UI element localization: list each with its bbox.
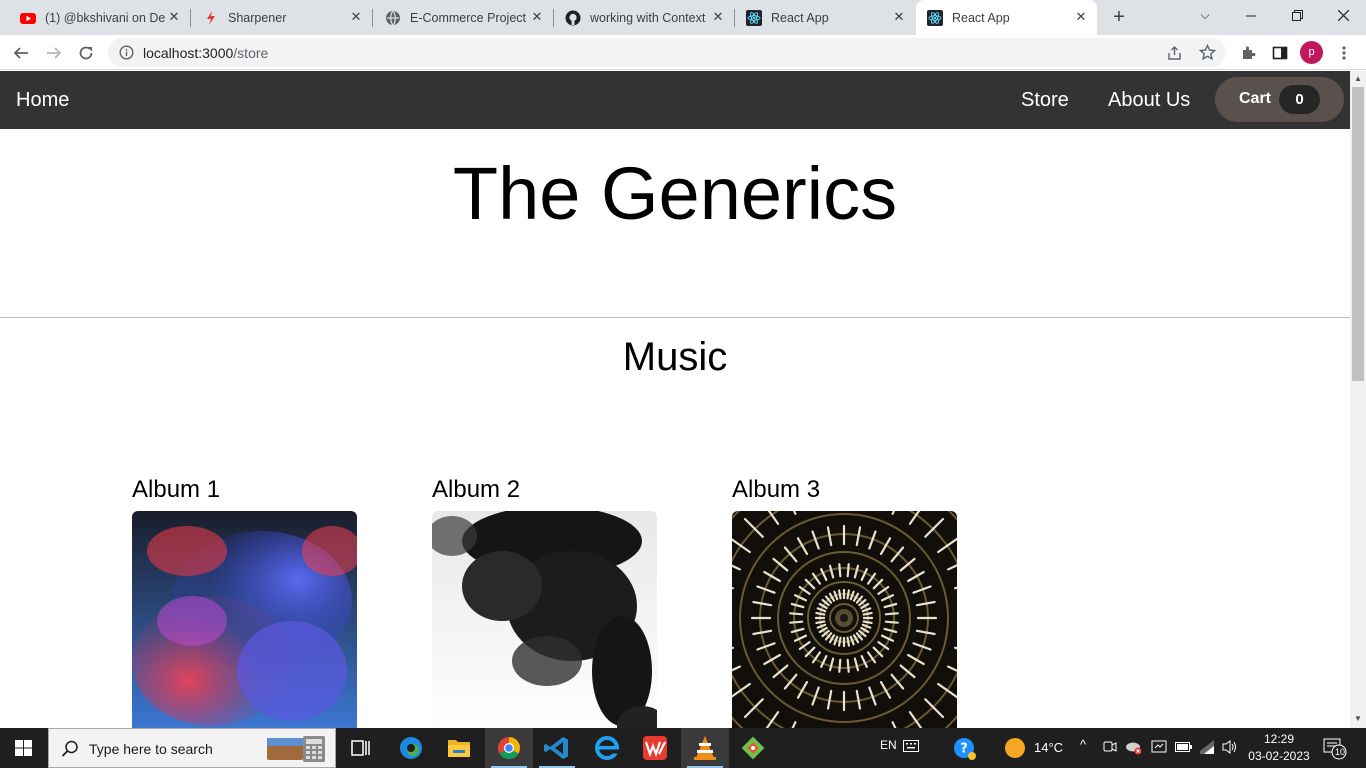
section-title: Music bbox=[622, 335, 728, 379]
edge-browser-icon[interactable] bbox=[387, 728, 435, 768]
nav-link-home[interactable]: Home bbox=[16, 89, 69, 112]
album-title: Album 1 bbox=[132, 476, 221, 503]
scroll-up-arrow-icon[interactable]: ▲ bbox=[1353, 74, 1363, 84]
tab-title: working with Context bbox=[590, 10, 706, 25]
svg-text:?: ? bbox=[960, 742, 968, 757]
taskbar-search-box[interactable]: Type here to search bbox=[48, 728, 336, 768]
internet-explorer-icon[interactable] bbox=[583, 728, 631, 768]
display-settings-icon[interactable] bbox=[1151, 739, 1167, 758]
globe-icon bbox=[385, 10, 401, 26]
clock-time: 12:29 bbox=[1263, 732, 1295, 746]
album-title: Album 3 bbox=[732, 476, 821, 503]
git-app-icon[interactable] bbox=[729, 728, 777, 768]
clock-date: 03-02-2023 bbox=[1248, 749, 1310, 763]
language-indicator[interactable]: EN bbox=[880, 738, 897, 752]
cart-count-badge: 0 bbox=[1279, 85, 1320, 114]
chrome-icon[interactable] bbox=[485, 728, 533, 768]
sharpener-icon bbox=[203, 10, 219, 26]
album-cover-image[interactable] bbox=[432, 511, 657, 728]
scrollbar-thumb[interactable] bbox=[1352, 87, 1364, 381]
share-icon[interactable] bbox=[1167, 45, 1183, 66]
search-placeholder: Type here to search bbox=[89, 741, 213, 757]
help-icon[interactable]: ? bbox=[953, 737, 977, 764]
weather-sun-icon[interactable] bbox=[1004, 737, 1026, 762]
album-cover-image[interactable] bbox=[732, 511, 957, 728]
github-icon bbox=[565, 10, 581, 26]
meet-now-icon[interactable] bbox=[1103, 740, 1117, 757]
site-info-icon[interactable] bbox=[119, 45, 134, 65]
album-title: Album 2 bbox=[432, 476, 521, 503]
wifi-icon[interactable] bbox=[1199, 739, 1217, 758]
address-bar[interactable]: localhost:3000/store bbox=[108, 38, 1226, 67]
side-panel-icon[interactable] bbox=[1267, 40, 1293, 66]
browser-tab-sharpener[interactable]: Sharpener ✕ bbox=[191, 0, 372, 35]
volume-icon[interactable] bbox=[1221, 739, 1239, 758]
browser-tab-strip: (1) @bkshivani on De ✕ Sharpener ✕ E-Com… bbox=[0, 0, 1366, 35]
browser-tab-github[interactable]: working with Context ✕ bbox=[554, 0, 734, 35]
search-highlight-icon[interactable] bbox=[263, 734, 333, 769]
cloud-sync-error-icon[interactable] bbox=[1125, 740, 1143, 758]
browser-tab-youtube[interactable]: (1) @bkshivani on De ✕ bbox=[0, 0, 190, 35]
temperature-text[interactable]: 14°C bbox=[1034, 740, 1063, 755]
extensions-puzzle-icon[interactable] bbox=[1235, 40, 1261, 66]
close-tab-icon[interactable]: ✕ bbox=[891, 9, 907, 25]
youtube-icon bbox=[20, 10, 36, 26]
browser-toolbar: localhost:3000/store p bbox=[0, 35, 1366, 70]
close-tab-icon[interactable]: ✕ bbox=[166, 9, 182, 25]
web-page: Home Store About Us Cart 0 The Generics … bbox=[0, 71, 1350, 728]
browser-tab-react-app-active[interactable]: React App ✕ bbox=[916, 0, 1097, 35]
album-cover-image[interactable] bbox=[132, 511, 357, 728]
site-navbar: Home Store About Us Cart 0 bbox=[0, 71, 1350, 129]
system-clock[interactable]: 12:29 03-02-2023 bbox=[1244, 731, 1314, 765]
nav-link-store[interactable]: Store bbox=[1021, 89, 1069, 112]
wps-office-icon[interactable] bbox=[631, 728, 679, 768]
vscode-icon[interactable] bbox=[533, 728, 581, 768]
cart-button[interactable]: Cart 0 bbox=[1215, 77, 1344, 122]
nav-link-about[interactable]: About Us bbox=[1108, 89, 1190, 112]
url-host: localhost:3000 bbox=[143, 45, 234, 61]
header-divider bbox=[0, 317, 1350, 318]
url-text: localhost:3000/store bbox=[143, 45, 268, 61]
windows-taskbar: Type here to search EN ? 14°C ^ 12:29 03… bbox=[0, 728, 1366, 768]
file-explorer-icon[interactable] bbox=[435, 728, 483, 768]
task-view-icon[interactable] bbox=[337, 728, 385, 768]
show-hidden-icons-chevron-icon[interactable]: ^ bbox=[1080, 737, 1086, 752]
notification-count: 10 bbox=[1334, 747, 1345, 757]
battery-icon[interactable] bbox=[1175, 741, 1193, 756]
keyboard-icon[interactable] bbox=[903, 740, 919, 755]
tab-search-chevron-icon[interactable]: ⌵ bbox=[1182, 0, 1228, 32]
new-tab-button[interactable]: + bbox=[1107, 6, 1131, 30]
minimize-button[interactable] bbox=[1228, 0, 1274, 32]
react-icon bbox=[927, 9, 943, 26]
close-tab-icon[interactable]: ✕ bbox=[348, 9, 364, 25]
url-path: /store bbox=[233, 45, 269, 61]
vertical-scrollbar[interactable]: ▲ ▼ bbox=[1350, 71, 1366, 728]
reload-icon[interactable] bbox=[73, 40, 99, 66]
react-icon bbox=[746, 9, 762, 26]
close-tab-icon[interactable]: ✕ bbox=[1073, 9, 1089, 25]
kebab-menu-icon[interactable] bbox=[1331, 40, 1357, 66]
profile-avatar[interactable]: p bbox=[1300, 41, 1323, 64]
windows-start-button[interactable] bbox=[0, 728, 48, 768]
site-title: The Generics bbox=[452, 152, 898, 235]
scroll-down-arrow-icon[interactable]: ▼ bbox=[1353, 714, 1363, 724]
vlc-player-icon[interactable] bbox=[681, 728, 729, 768]
close-window-button[interactable] bbox=[1320, 0, 1366, 32]
forward-arrow-icon[interactable] bbox=[41, 40, 67, 66]
restore-button[interactable] bbox=[1274, 0, 1320, 32]
cart-label: Cart bbox=[1239, 90, 1272, 107]
close-tab-icon[interactable]: ✕ bbox=[710, 9, 726, 25]
browser-tab-react-app[interactable]: React App ✕ bbox=[735, 0, 915, 35]
search-icon bbox=[61, 740, 79, 763]
back-arrow-icon[interactable] bbox=[8, 40, 34, 66]
close-tab-icon[interactable]: ✕ bbox=[529, 9, 545, 25]
bookmark-star-icon[interactable] bbox=[1198, 43, 1217, 66]
browser-tab-ecommerce[interactable]: E-Commerce Project ✕ bbox=[373, 0, 553, 35]
